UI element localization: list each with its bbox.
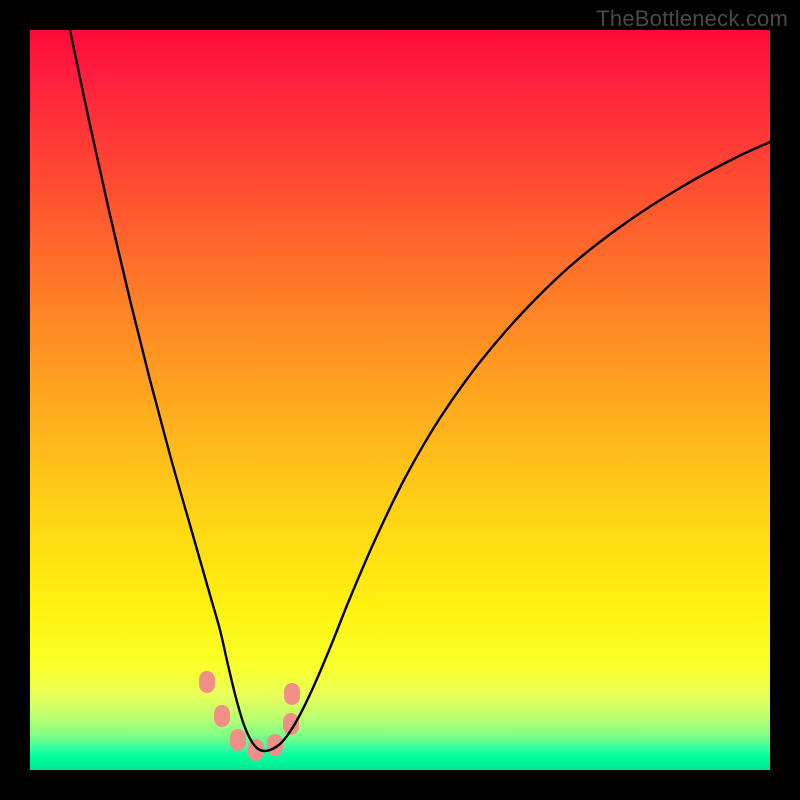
accent-marker <box>214 705 230 727</box>
accent-marker <box>199 671 215 693</box>
accent-marker <box>230 729 246 751</box>
accent-markers-group <box>199 671 300 761</box>
accent-marker <box>284 683 300 705</box>
plot-area <box>30 30 770 770</box>
chart-frame: TheBottleneck.com <box>0 0 800 800</box>
curve-layer <box>30 30 770 770</box>
bottleneck-curve <box>70 30 770 751</box>
watermark-text: TheBottleneck.com <box>596 6 788 32</box>
